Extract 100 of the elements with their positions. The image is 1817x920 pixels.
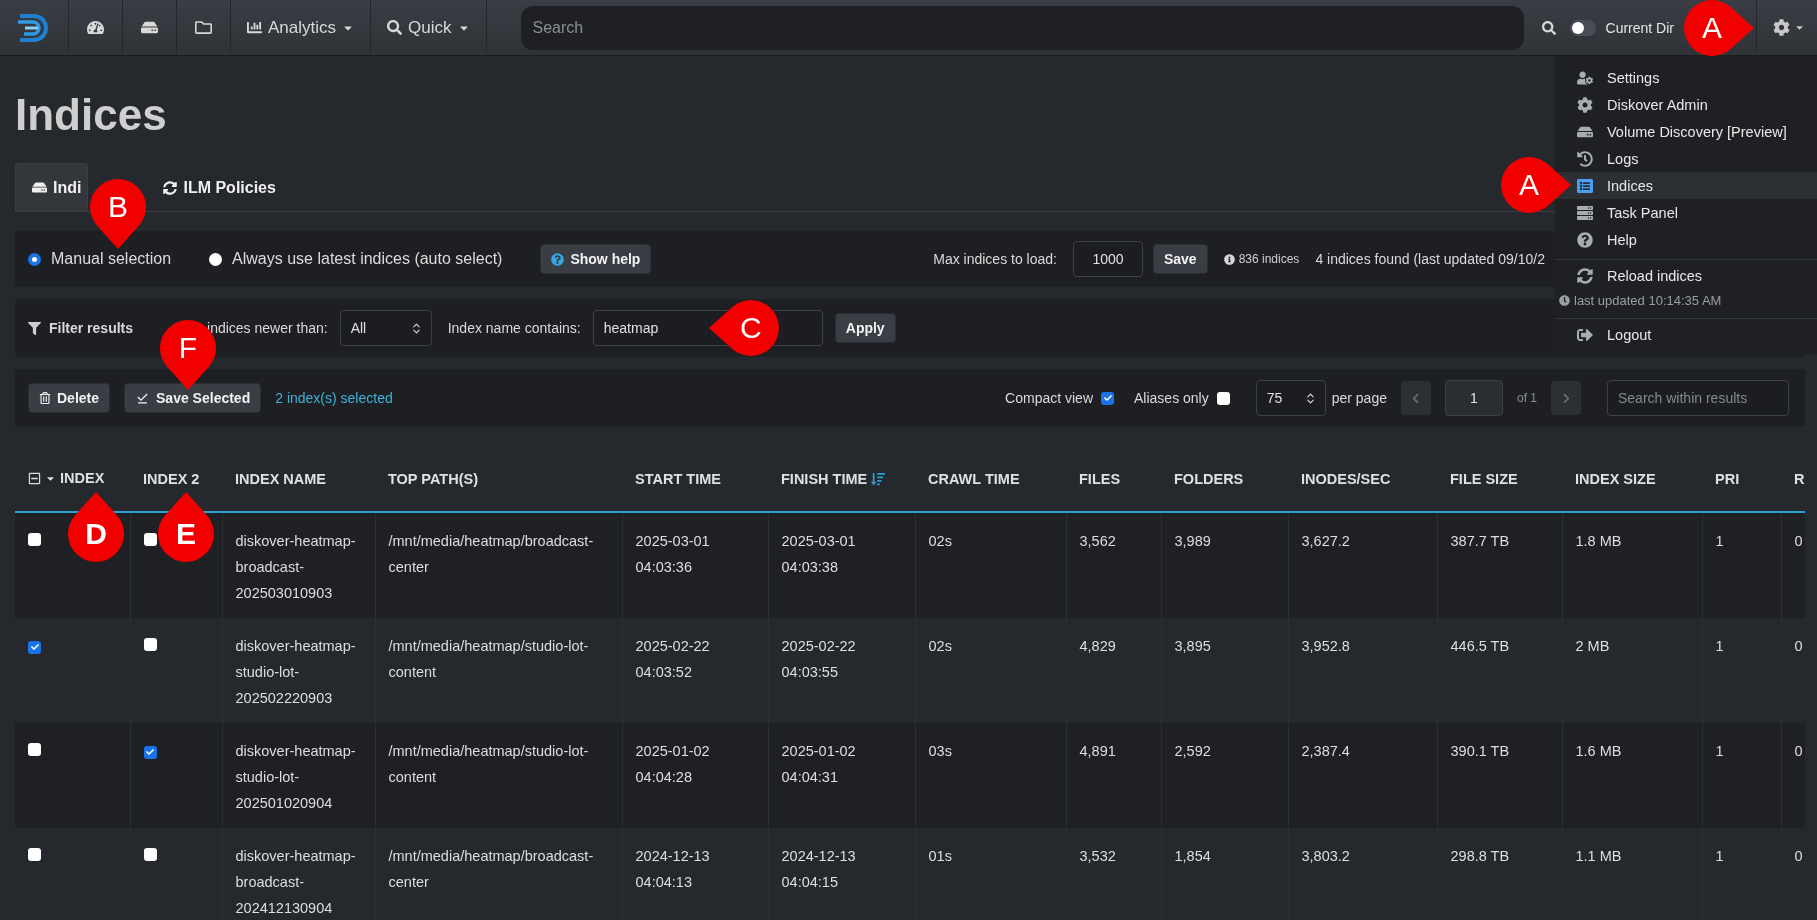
help-icon xyxy=(1577,231,1593,248)
current-dir-toggle[interactable] xyxy=(1569,19,1596,36)
column-header[interactable]: CRAWL TIME xyxy=(928,471,1020,487)
save-button[interactable]: Save xyxy=(1152,244,1208,274)
select-all-icon[interactable] xyxy=(28,471,41,485)
sync-icon xyxy=(163,180,178,195)
filter-title: Filter results xyxy=(49,320,134,336)
column-header[interactable]: INDEX NAME xyxy=(235,471,327,487)
column-header[interactable]: FILES xyxy=(1079,471,1121,487)
table-cell: 1 xyxy=(1715,743,1724,759)
filter-icon xyxy=(28,321,41,335)
tab[interactable]: ILM Policies xyxy=(146,163,283,211)
menu-item[interactable]: Help xyxy=(1555,226,1817,253)
column-header[interactable]: INDEX SIZE xyxy=(1575,471,1656,487)
menu-item[interactable]: Volume Discovery [Preview] xyxy=(1555,118,1817,145)
radio-button[interactable] xyxy=(209,252,223,266)
table-cell: 2025-02-22 04:03:52 xyxy=(635,638,710,680)
checkbox[interactable] xyxy=(28,640,41,654)
tab[interactable]: Indi xyxy=(15,163,89,211)
column-header[interactable]: PRI xyxy=(1715,471,1740,487)
table-cell: 1.8 MB xyxy=(1575,533,1622,549)
menu-item[interactable]: Logout xyxy=(1555,321,1817,348)
checkbox[interactable] xyxy=(28,533,41,546)
menu-item[interactable]: Indices xyxy=(1555,172,1817,199)
checkbox[interactable] xyxy=(28,743,41,756)
user-gear-icon xyxy=(1577,69,1593,86)
callout-marker: E xyxy=(158,492,214,562)
checkbox[interactable] xyxy=(143,848,157,861)
callout-marker: C xyxy=(708,300,779,356)
table-cell: 2025-03-01 04:03:38 xyxy=(781,533,856,575)
apply-button[interactable]: Apply xyxy=(834,313,896,343)
table-cell: 1.6 MB xyxy=(1575,743,1622,759)
table-cell: diskover-heatmap-studio-lot-202502220903 xyxy=(235,638,356,706)
max-indices-label: Max indices to load: xyxy=(933,251,1057,267)
table-cell: 3,562 xyxy=(1079,533,1116,549)
table-cell: 2,387.4 xyxy=(1301,743,1350,759)
table-cell: 4,891 xyxy=(1079,743,1116,759)
table-cell: 2025-02-22 04:03:55 xyxy=(781,638,856,680)
dashboard-icon[interactable] xyxy=(87,19,104,36)
checkbox[interactable] xyxy=(143,533,157,546)
column-header[interactable]: TOP PATH(S) xyxy=(388,471,478,487)
max-indices-field[interactable]: 1000 xyxy=(1072,241,1143,277)
table-cell: 1.1 MB xyxy=(1575,848,1622,864)
table-cell: 02s xyxy=(928,638,952,654)
search-icon[interactable] xyxy=(1541,20,1556,35)
show-help-button[interactable]: Show help xyxy=(540,244,652,274)
results-search-field[interactable]: Search within results xyxy=(1607,380,1789,416)
name-contains-label: Index name contains: xyxy=(447,320,581,336)
checkmark-icon xyxy=(30,643,39,651)
nav-menu[interactable]: Quick xyxy=(408,17,452,38)
checkmark-icon xyxy=(146,748,154,756)
selected-count-link[interactable]: 2 index(s) selected xyxy=(275,390,393,406)
clock-icon xyxy=(1559,295,1570,306)
table-cell: 3,627.2 xyxy=(1301,533,1350,549)
menu-item[interactable]: Settings xyxy=(1555,64,1817,91)
table-cell: 2025-01-02 04:04:28 xyxy=(635,743,710,785)
table-cell: 2025-03-01 04:03:36 xyxy=(635,533,710,575)
page-field[interactable]: 1 xyxy=(1445,380,1503,416)
drive-icon[interactable] xyxy=(141,19,158,36)
table-cell: 387.7 TB xyxy=(1450,533,1510,549)
table-cell: 0 xyxy=(1794,638,1803,654)
table-cell: /mnt/media/heatmap/broadcast-center xyxy=(388,533,594,575)
delete-button[interactable]: Delete xyxy=(28,383,111,413)
search-field[interactable]: Search xyxy=(520,5,1524,50)
checkbox[interactable] xyxy=(28,848,41,861)
compact-view-checkbox[interactable] xyxy=(1101,391,1114,405)
callout-marker: D xyxy=(68,492,124,562)
column-header[interactable]: FILE SIZE xyxy=(1450,471,1518,487)
folder-icon[interactable] xyxy=(195,19,212,36)
table-cell: 298.8 TB xyxy=(1450,848,1510,864)
checkbox[interactable] xyxy=(143,638,157,651)
callout-marker: A xyxy=(1684,0,1754,56)
table-cell: 3,803.2 xyxy=(1301,848,1350,864)
column-header[interactable]: FINISH TIME xyxy=(781,471,868,487)
indices-found-text: 4 indices found (last updated 09/10/2 xyxy=(1315,251,1545,267)
menu-item[interactable]: Reload indices xyxy=(1555,262,1817,289)
table-cell: 02s xyxy=(928,533,952,549)
column-header[interactable]: FOLDERS xyxy=(1174,471,1244,487)
radio-button[interactable] xyxy=(28,252,41,266)
column-header[interactable]: INDEX xyxy=(60,470,105,487)
table-cell: 2024-12-13 04:04:15 xyxy=(781,848,856,890)
drive-icon xyxy=(32,180,47,195)
column-header[interactable]: INODES/SEC xyxy=(1301,471,1391,487)
settings-icon[interactable] xyxy=(1773,19,1790,36)
newer-than-select[interactable]: All xyxy=(339,310,432,346)
bar-chart-icon[interactable] xyxy=(247,20,262,35)
column-header[interactable]: INDEX 2 xyxy=(143,471,200,487)
reload-icon xyxy=(1577,267,1593,284)
per-page-select[interactable]: 75 xyxy=(1255,380,1326,416)
aliases-only-checkbox[interactable] xyxy=(1216,391,1230,405)
sort-icon[interactable] xyxy=(871,472,886,486)
column-header[interactable]: R xyxy=(1794,471,1805,487)
nav-menu[interactable]: Analytics xyxy=(268,17,337,38)
table-cell: /mnt/media/heatmap/studio-lot-content xyxy=(388,743,589,785)
checkbox[interactable] xyxy=(143,745,157,759)
search-icon[interactable] xyxy=(387,20,403,35)
column-header[interactable]: START TIME xyxy=(635,471,721,487)
per-page-label: per page xyxy=(1331,390,1387,406)
save-selected-button[interactable]: Save Selected xyxy=(124,383,262,413)
menu-item[interactable]: Diskover Admin xyxy=(1555,91,1817,118)
